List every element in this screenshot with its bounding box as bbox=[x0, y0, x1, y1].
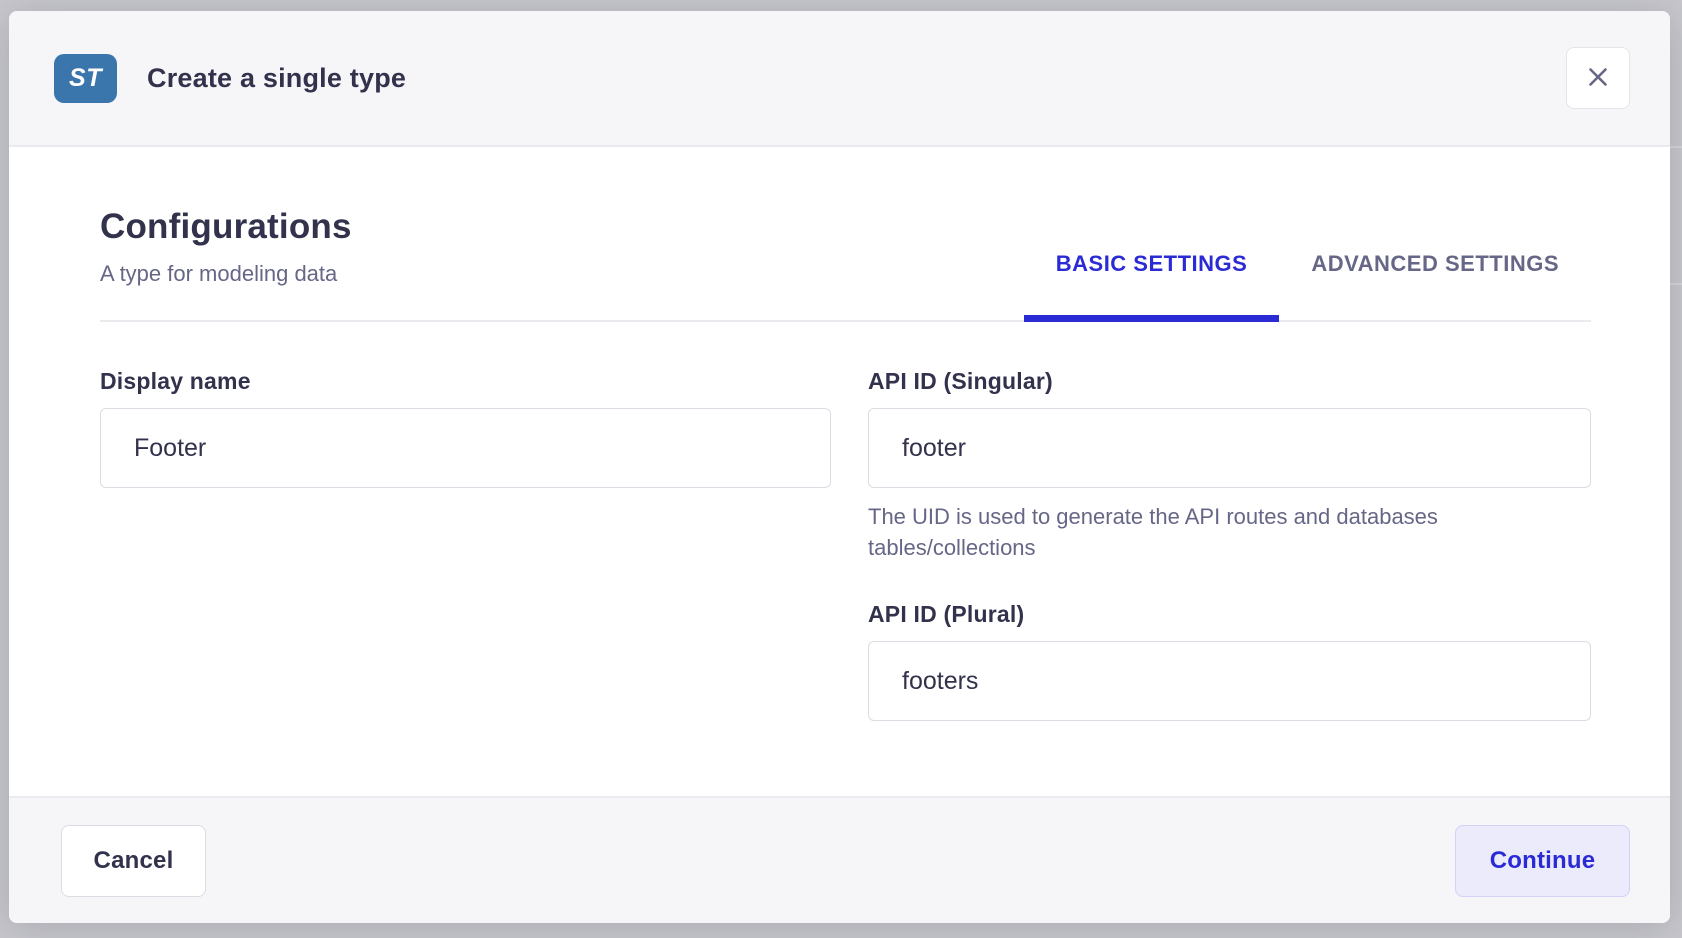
display-name-field-group: Display name bbox=[100, 368, 831, 721]
api-id-plural-field-group: API ID (Plural) bbox=[868, 601, 1591, 721]
api-id-singular-label: API ID (Singular) bbox=[868, 368, 1591, 395]
modal-title: Create a single type bbox=[147, 63, 406, 94]
single-type-badge-icon: ST bbox=[54, 54, 117, 103]
continue-button[interactable]: Continue bbox=[1455, 825, 1630, 897]
tab-basic-settings[interactable]: BASIC SETTINGS bbox=[1024, 251, 1280, 320]
close-icon bbox=[1583, 62, 1613, 95]
backdrop-artifact-line bbox=[1668, 283, 1682, 285]
api-id-plural-label: API ID (Plural) bbox=[868, 601, 1591, 628]
page-title: Configurations bbox=[100, 207, 352, 247]
modal-footer: Cancel Continue bbox=[9, 796, 1670, 923]
cancel-button[interactable]: Cancel bbox=[61, 825, 206, 897]
api-id-plural-input[interactable] bbox=[868, 641, 1591, 721]
modal-body: Configurations A type for modeling data … bbox=[9, 147, 1670, 794]
tab-advanced-settings[interactable]: ADVANCED SETTINGS bbox=[1279, 251, 1591, 320]
modal-header: ST Create a single type bbox=[9, 11, 1670, 147]
create-single-type-modal: ST Create a single type Configurations A… bbox=[9, 11, 1670, 923]
backdrop-artifact-line bbox=[1668, 146, 1682, 148]
configurations-header-row: Configurations A type for modeling data … bbox=[100, 147, 1591, 322]
display-name-label: Display name bbox=[100, 368, 831, 395]
display-name-input[interactable] bbox=[100, 408, 831, 488]
api-id-singular-input[interactable] bbox=[868, 408, 1591, 488]
close-button[interactable] bbox=[1566, 47, 1630, 109]
uid-hint-text: The UID is used to generate the API rout… bbox=[868, 501, 1508, 563]
configuration-form: Display name API ID (Singular) The UID i… bbox=[100, 368, 1591, 721]
api-id-field-group: API ID (Singular) The UID is used to gen… bbox=[868, 368, 1591, 721]
page-subtitle: A type for modeling data bbox=[100, 261, 352, 287]
heading-block: Configurations A type for modeling data bbox=[100, 207, 352, 320]
settings-tabs: BASIC SETTINGS ADVANCED SETTINGS bbox=[1024, 251, 1591, 320]
